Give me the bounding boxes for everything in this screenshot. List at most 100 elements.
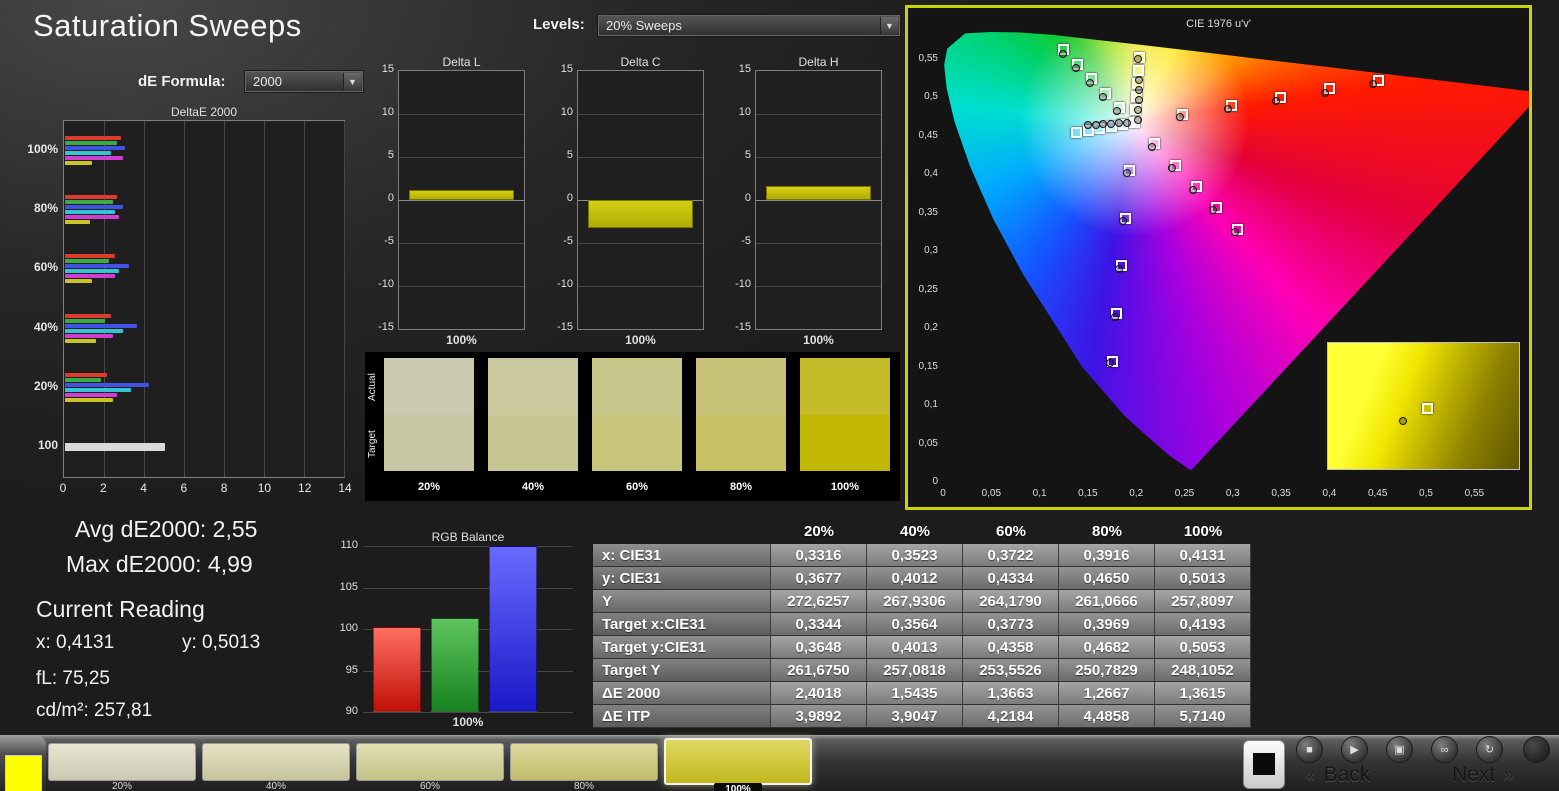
patch-label: 40% xyxy=(202,781,350,791)
gridline xyxy=(264,121,265,477)
sample-patch-20[interactable]: 20% xyxy=(48,738,196,791)
de-formula-dropdown[interactable]: 2000 ▼ xyxy=(244,70,364,93)
deltae-chart-title: DeltaE 2000 xyxy=(63,105,345,119)
max-de2000: Max dE2000: 4,99 xyxy=(66,551,253,578)
deltae-bar xyxy=(65,215,119,219)
stop-icon[interactable]: ■ xyxy=(1296,736,1323,763)
loop-icon[interactable]: ∞ xyxy=(1431,736,1458,763)
table-cell: 0,4131 xyxy=(1155,544,1251,567)
axis-label: 0 xyxy=(725,192,751,204)
axis-label: 100% xyxy=(755,333,882,347)
table-cell: 257,8097 xyxy=(1155,590,1251,613)
gridline xyxy=(399,243,524,244)
table-row-label: x: CIE31 xyxy=(593,544,771,567)
levels-dropdown-value: 20% Sweeps xyxy=(606,18,682,33)
levels-label: Levels: xyxy=(533,16,585,33)
patch-label: 80% xyxy=(510,781,658,791)
measurement-table: 20%40%60%80%100%x: CIE310,33160,35230,37… xyxy=(593,519,1251,728)
axis-label: 0 xyxy=(910,476,938,487)
axis-label: -15 xyxy=(368,321,394,333)
table-row: Target x:CIE310,33440,35640,37730,39690,… xyxy=(593,613,1251,636)
table-cell: 2,4018 xyxy=(771,682,867,705)
deltae-bar-group xyxy=(65,443,343,452)
axis-label: 0,4 xyxy=(910,168,938,179)
measure-circle xyxy=(1135,96,1143,104)
rgb-balance-title: RGB Balance xyxy=(363,530,573,544)
table-cell: 0,4334 xyxy=(963,567,1059,590)
measure-circle xyxy=(1123,169,1131,177)
table-cell: 1,3663 xyxy=(963,682,1059,705)
axis-label: 100% xyxy=(398,333,525,347)
sample-patch-100[interactable]: 100% xyxy=(664,738,812,791)
axis-label: 20% xyxy=(0,379,58,393)
measure-circle xyxy=(1113,107,1121,115)
gridline xyxy=(363,712,573,713)
deltae-bar-group xyxy=(65,314,343,344)
axis-label: 0,3 xyxy=(910,245,938,256)
gridline xyxy=(756,114,881,115)
measure-circle xyxy=(1107,120,1115,128)
sample-patch-40[interactable]: 40% xyxy=(202,738,350,791)
axis-label: 0,55 xyxy=(910,53,938,64)
table-cell: 0,5013 xyxy=(1155,567,1251,590)
table-cell: 248,1052 xyxy=(1155,659,1251,682)
table-cell: 0,4650 xyxy=(1059,567,1155,590)
deltae-chart xyxy=(63,120,345,478)
refresh-icon[interactable]: ↻ xyxy=(1476,736,1503,763)
table-cell: 5,7140 xyxy=(1155,705,1251,728)
table-row: Target y:CIE310,36480,40130,43580,46820,… xyxy=(593,636,1251,659)
levels-dropdown[interactable]: 20% Sweeps ▼ xyxy=(597,14,901,37)
table-cell: 0,3773 xyxy=(963,613,1059,636)
table-row-label: Target y:CIE31 xyxy=(593,636,771,659)
back-button[interactable]: « Back xyxy=(1305,763,1370,787)
axis-label: 0,25 xyxy=(910,284,938,295)
current-reading-label: Current Reading xyxy=(36,596,205,623)
axis-label: -5 xyxy=(368,235,394,247)
cie-diagram-panel: CIE 1976 u'v' 00,050,10,150,20,250,30,35… xyxy=(905,5,1532,510)
extra-circle-button[interactable] xyxy=(1523,736,1550,763)
table-row-label: Y xyxy=(593,590,771,613)
sample-patch-80[interactable]: 80% xyxy=(510,738,658,791)
page-title: Saturation Sweeps xyxy=(33,8,302,44)
sample-patch-60[interactable]: 60% xyxy=(356,738,504,791)
reading-x: x: 0,4131 xyxy=(36,632,114,654)
next-button[interactable]: Next » xyxy=(1452,763,1514,787)
delta-chart-title: Delta C xyxy=(577,55,704,69)
measure-circle xyxy=(1111,313,1119,321)
swatch-actual xyxy=(696,358,786,415)
axis-label: 6 xyxy=(172,481,196,495)
de-formula-dropdown-value: 2000 xyxy=(253,74,282,89)
saturation-sweeps-app: Saturation Sweeps Levels: 20% Sweeps ▼ d… xyxy=(0,0,1559,791)
gridline xyxy=(184,121,185,477)
axis-label: 0,4 xyxy=(1312,488,1346,499)
swatch-actual xyxy=(800,358,890,415)
swatch xyxy=(696,358,786,471)
patch-label: 100% xyxy=(714,783,762,791)
axis-label: 0,55 xyxy=(1457,488,1491,499)
deltae-bar xyxy=(65,373,107,377)
table-cell: 0,3564 xyxy=(867,613,963,636)
axis-label: -5 xyxy=(725,235,751,247)
deltae-bar xyxy=(65,398,113,402)
pattern-window-button[interactable] xyxy=(1243,740,1285,789)
swatch-target xyxy=(696,415,786,471)
table-cell: 0,3523 xyxy=(867,544,963,567)
play-icon[interactable]: ▶ xyxy=(1341,736,1368,763)
axis-label: 100 xyxy=(0,438,58,452)
rgb-bar-red xyxy=(373,627,421,712)
deltae-bar xyxy=(65,195,117,199)
gridline xyxy=(363,588,573,589)
table-header-cell: 60% xyxy=(963,519,1059,544)
table-cell: 0,3648 xyxy=(771,636,867,659)
delta-value-bar xyxy=(766,186,871,200)
gridline xyxy=(224,121,225,477)
rgb-x-label: 100% xyxy=(363,715,573,729)
measure-circle xyxy=(1059,50,1067,58)
axis-label: 0,35 xyxy=(910,207,938,218)
deltae-bar xyxy=(65,151,111,155)
pattern-icon[interactable]: ▣ xyxy=(1386,736,1413,763)
measure-circle xyxy=(1134,106,1142,114)
patch-label: 60% xyxy=(356,781,504,791)
deltae-bar xyxy=(65,210,115,214)
measure-circle xyxy=(1084,121,1092,129)
